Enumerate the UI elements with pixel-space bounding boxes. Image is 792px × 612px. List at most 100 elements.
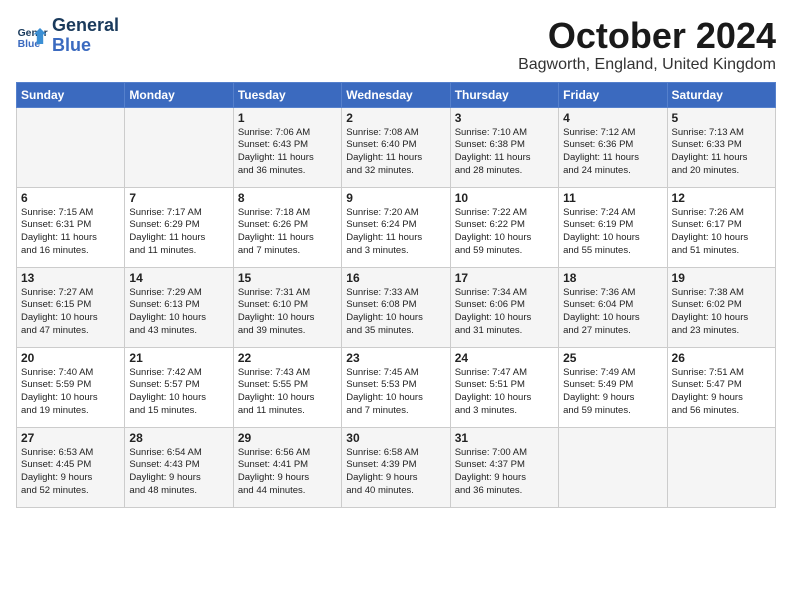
calendar-cell: 23 Sunrise: 7:45 AM Sunset: 5:53 PM Dayli… bbox=[342, 347, 450, 427]
day-number: 26 bbox=[672, 351, 771, 365]
calendar-week-2: 6 Sunrise: 7:15 AM Sunset: 6:31 PM Daylig… bbox=[17, 187, 776, 267]
calendar-header: SundayMondayTuesdayWednesdayThursdayFrid… bbox=[17, 82, 776, 107]
day-number: 28 bbox=[129, 431, 228, 445]
day-number: 15 bbox=[238, 271, 337, 285]
day-content: Sunrise: 7:47 AM Sunset: 5:51 PM Dayligh… bbox=[455, 367, 554, 418]
weekday-header-sunday: Sunday bbox=[17, 82, 125, 107]
calendar-cell: 14 Sunrise: 7:29 AM Sunset: 6:13 PM Dayli… bbox=[125, 267, 233, 347]
day-number: 5 bbox=[672, 111, 771, 125]
calendar-cell bbox=[667, 427, 775, 507]
logo-text: General Blue bbox=[52, 16, 119, 56]
weekday-header-monday: Monday bbox=[125, 82, 233, 107]
day-content: Sunrise: 7:51 AM Sunset: 5:47 PM Dayligh… bbox=[672, 367, 771, 418]
day-number: 18 bbox=[563, 271, 662, 285]
day-content: Sunrise: 6:53 AM Sunset: 4:45 PM Dayligh… bbox=[21, 447, 120, 498]
day-content: Sunrise: 7:43 AM Sunset: 5:55 PM Dayligh… bbox=[238, 367, 337, 418]
day-content: Sunrise: 7:31 AM Sunset: 6:10 PM Dayligh… bbox=[238, 287, 337, 338]
day-content: Sunrise: 7:26 AM Sunset: 6:17 PM Dayligh… bbox=[672, 207, 771, 258]
day-number: 19 bbox=[672, 271, 771, 285]
day-number: 24 bbox=[455, 351, 554, 365]
day-number: 8 bbox=[238, 191, 337, 205]
day-content: Sunrise: 7:13 AM Sunset: 6:33 PM Dayligh… bbox=[672, 127, 771, 178]
day-number: 4 bbox=[563, 111, 662, 125]
calendar-cell: 9 Sunrise: 7:20 AM Sunset: 6:24 PM Daylig… bbox=[342, 187, 450, 267]
day-content: Sunrise: 7:17 AM Sunset: 6:29 PM Dayligh… bbox=[129, 207, 228, 258]
calendar-cell: 12 Sunrise: 7:26 AM Sunset: 6:17 PM Dayli… bbox=[667, 187, 775, 267]
day-content: Sunrise: 7:00 AM Sunset: 4:37 PM Dayligh… bbox=[455, 447, 554, 498]
weekday-header-tuesday: Tuesday bbox=[233, 82, 341, 107]
day-content: Sunrise: 7:42 AM Sunset: 5:57 PM Dayligh… bbox=[129, 367, 228, 418]
day-content: Sunrise: 7:38 AM Sunset: 6:02 PM Dayligh… bbox=[672, 287, 771, 338]
day-content: Sunrise: 7:45 AM Sunset: 5:53 PM Dayligh… bbox=[346, 367, 445, 418]
day-number: 30 bbox=[346, 431, 445, 445]
day-content: Sunrise: 7:24 AM Sunset: 6:19 PM Dayligh… bbox=[563, 207, 662, 258]
day-number: 23 bbox=[346, 351, 445, 365]
calendar-cell bbox=[17, 107, 125, 187]
calendar-cell: 31 Sunrise: 7:00 AM Sunset: 4:37 PM Dayli… bbox=[450, 427, 558, 507]
calendar-cell: 16Sunrise: 7:33 AM Sunset: 6:08 PM Dayli… bbox=[342, 267, 450, 347]
day-content: Sunrise: 7:20 AM Sunset: 6:24 PM Dayligh… bbox=[346, 207, 445, 258]
title-area: October 2024 Bagworth, England, United K… bbox=[518, 16, 776, 74]
calendar-cell bbox=[559, 427, 667, 507]
day-number: 13 bbox=[21, 271, 120, 285]
day-content: Sunrise: 7:15 AM Sunset: 6:31 PM Dayligh… bbox=[21, 207, 120, 258]
day-number: 6 bbox=[21, 191, 120, 205]
day-number: 3 bbox=[455, 111, 554, 125]
calendar-cell: 7 Sunrise: 7:17 AM Sunset: 6:29 PM Daylig… bbox=[125, 187, 233, 267]
calendar-cell: 13 Sunrise: 7:27 AM Sunset: 6:15 PM Dayli… bbox=[17, 267, 125, 347]
day-content: Sunrise: 7:18 AM Sunset: 6:26 PM Dayligh… bbox=[238, 207, 337, 258]
calendar-cell: 22Sunrise: 7:43 AM Sunset: 5:55 PM Dayli… bbox=[233, 347, 341, 427]
day-content: Sunrise: 6:58 AM Sunset: 4:39 PM Dayligh… bbox=[346, 447, 445, 498]
day-number: 11 bbox=[563, 191, 662, 205]
day-number: 25 bbox=[563, 351, 662, 365]
day-content: Sunrise: 7:29 AM Sunset: 6:13 PM Dayligh… bbox=[129, 287, 228, 338]
day-content: Sunrise: 7:40 AM Sunset: 5:59 PM Dayligh… bbox=[21, 367, 120, 418]
day-number: 7 bbox=[129, 191, 228, 205]
calendar-cell: 4 Sunrise: 7:12 AM Sunset: 6:36 PM Daylig… bbox=[559, 107, 667, 187]
calendar-cell: 6 Sunrise: 7:15 AM Sunset: 6:31 PM Daylig… bbox=[17, 187, 125, 267]
calendar-cell: 21 Sunrise: 7:42 AM Sunset: 5:57 PM Dayli… bbox=[125, 347, 233, 427]
day-content: Sunrise: 7:22 AM Sunset: 6:22 PM Dayligh… bbox=[455, 207, 554, 258]
logo: General Blue General Blue bbox=[16, 16, 119, 56]
day-number: 29 bbox=[238, 431, 337, 445]
calendar-cell: 2 Sunrise: 7:08 AM Sunset: 6:40 PM Daylig… bbox=[342, 107, 450, 187]
calendar-cell: 28Sunrise: 6:54 AM Sunset: 4:43 PM Dayli… bbox=[125, 427, 233, 507]
calendar-cell: 20Sunrise: 7:40 AM Sunset: 5:59 PM Dayli… bbox=[17, 347, 125, 427]
day-content: Sunrise: 7:08 AM Sunset: 6:40 PM Dayligh… bbox=[346, 127, 445, 178]
calendar-week-5: 27 Sunrise: 6:53 AM Sunset: 4:45 PM Dayli… bbox=[17, 427, 776, 507]
calendar-cell: 8 Sunrise: 7:18 AM Sunset: 6:26 PM Daylig… bbox=[233, 187, 341, 267]
weekday-header-thursday: Thursday bbox=[450, 82, 558, 107]
day-number: 12 bbox=[672, 191, 771, 205]
calendar-cell: 15 Sunrise: 7:31 AM Sunset: 6:10 PM Dayli… bbox=[233, 267, 341, 347]
day-number: 21 bbox=[129, 351, 228, 365]
calendar-week-3: 13 Sunrise: 7:27 AM Sunset: 6:15 PM Dayli… bbox=[17, 267, 776, 347]
calendar-body: 1Sunrise: 7:06 AM Sunset: 6:43 PM Daylig… bbox=[17, 107, 776, 507]
day-number: 9 bbox=[346, 191, 445, 205]
calendar-cell: 3 Sunrise: 7:10 AM Sunset: 6:38 PM Daylig… bbox=[450, 107, 558, 187]
day-content: Sunrise: 7:49 AM Sunset: 5:49 PM Dayligh… bbox=[563, 367, 662, 418]
calendar-week-4: 20Sunrise: 7:40 AM Sunset: 5:59 PM Dayli… bbox=[17, 347, 776, 427]
calendar-cell: 17Sunrise: 7:34 AM Sunset: 6:06 PM Dayli… bbox=[450, 267, 558, 347]
calendar-cell bbox=[125, 107, 233, 187]
day-content: Sunrise: 7:12 AM Sunset: 6:36 PM Dayligh… bbox=[563, 127, 662, 178]
header: General Blue General Blue October 2024 B… bbox=[16, 16, 776, 74]
calendar-cell: 27 Sunrise: 6:53 AM Sunset: 4:45 PM Dayli… bbox=[17, 427, 125, 507]
logo-icon: General Blue bbox=[16, 20, 48, 52]
day-number: 31 bbox=[455, 431, 554, 445]
location: Bagworth, England, United Kingdom bbox=[518, 56, 776, 74]
day-number: 27 bbox=[21, 431, 120, 445]
calendar-cell: 18 Sunrise: 7:36 AM Sunset: 6:04 PM Dayli… bbox=[559, 267, 667, 347]
calendar-cell: 25 Sunrise: 7:49 AM Sunset: 5:49 PM Dayli… bbox=[559, 347, 667, 427]
calendar-cell: 10Sunrise: 7:22 AM Sunset: 6:22 PM Dayli… bbox=[450, 187, 558, 267]
day-number: 16 bbox=[346, 271, 445, 285]
logo-line1: General bbox=[52, 16, 119, 36]
day-content: Sunrise: 7:36 AM Sunset: 6:04 PM Dayligh… bbox=[563, 287, 662, 338]
calendar-cell: 26 Sunrise: 7:51 AM Sunset: 5:47 PM Dayli… bbox=[667, 347, 775, 427]
day-number: 14 bbox=[129, 271, 228, 285]
day-number: 17 bbox=[455, 271, 554, 285]
calendar-table: SundayMondayTuesdayWednesdayThursdayFrid… bbox=[16, 82, 776, 508]
day-number: 2 bbox=[346, 111, 445, 125]
calendar-cell: 30 Sunrise: 6:58 AM Sunset: 4:39 PM Dayli… bbox=[342, 427, 450, 507]
day-content: Sunrise: 7:10 AM Sunset: 6:38 PM Dayligh… bbox=[455, 127, 554, 178]
day-content: Sunrise: 7:27 AM Sunset: 6:15 PM Dayligh… bbox=[21, 287, 120, 338]
